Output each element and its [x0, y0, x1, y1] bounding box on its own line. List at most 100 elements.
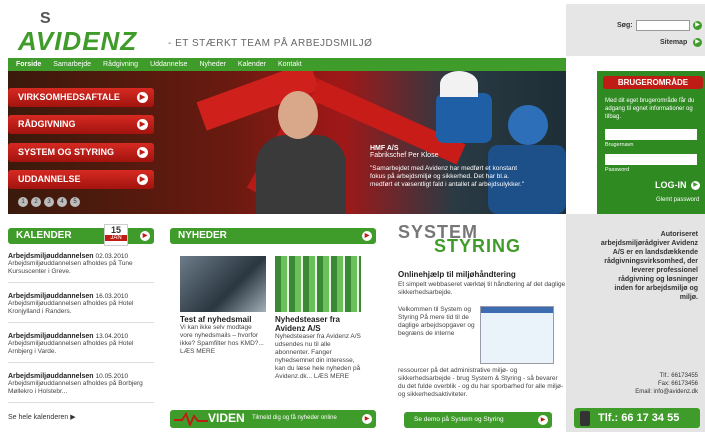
news-text: Vi kan ikke selv modtage vore nyhedsmail…	[180, 324, 264, 355]
phone-badge: Tlf.: 66 17 34 55	[574, 408, 700, 428]
news-title: NYHEDER	[178, 230, 227, 241]
arrow-right-icon: ▶	[137, 92, 148, 103]
search-go-button[interactable]: ▶	[693, 21, 702, 30]
contact-tlf: Tlf.: 66173455	[659, 373, 698, 379]
nav-item-raadgivning[interactable]: Rådgivning	[103, 61, 138, 68]
nav-item-samarbejde[interactable]: Samarbejde	[53, 61, 91, 68]
system-screenshot[interactable]	[480, 306, 554, 364]
arrow-right-icon: ▶	[137, 147, 148, 158]
news-image[interactable]	[275, 256, 361, 312]
phone-icon	[580, 411, 590, 426]
hero-quote: "Samarbejdet med Avidenz har medført et …	[370, 165, 525, 188]
page: S AVIDENZ - ET STÆRKT TEAM PÅ ARBEJDSMIL…	[0, 0, 705, 432]
hero-caption: HMF A/S Fabrikschef Per Klose "Samarbejd…	[370, 145, 530, 189]
news-item[interactable]: Test af nyhedsmail Vi kan ikke selv modt…	[180, 315, 266, 356]
arrow-right-icon: ▶	[538, 415, 548, 425]
username-field[interactable]	[605, 129, 697, 140]
contact-info: Tlf.: 66173455 Fax: 66173456 Email: info…	[598, 372, 698, 396]
list-item[interactable]: Arbejdsmiljøuddannelsen 13.04.2010 Arbej…	[8, 333, 154, 363]
news-heading: Nyhedsteaser fra Avidenz A/S	[275, 315, 340, 333]
event-desc: Arbejdsmiljøuddannelsen afholdes på Hote…	[8, 300, 134, 315]
menu-virksomhedsaftale[interactable]: VIRKSOMHEDSAFTALE ▶	[8, 88, 154, 107]
arrow-right-icon: ▶	[362, 414, 372, 424]
sitemap-arrow-icon[interactable]: ▶	[693, 38, 702, 47]
login-text: Med dit eget brugerområde får du adgang …	[605, 98, 695, 120]
sitemap-link[interactable]: Sitemap	[660, 39, 687, 46]
contact-email[interactable]: Email: info@avidenz.dk	[598, 388, 698, 396]
arrow-right-icon: ▶	[137, 119, 148, 130]
system-styring-logo[interactable]: SYSTEM STYRING	[398, 222, 558, 258]
news-text: Nyhedsteaser fra Avidenz A/S udsendes nu…	[275, 333, 361, 380]
event-title: Arbejdsmiljøuddannelsen	[8, 373, 94, 380]
news-header[interactable]: NYHEDER ▶	[170, 228, 376, 244]
news-footer-brand: VIDEN	[208, 411, 245, 425]
logo-text: AVIDENZ	[18, 26, 138, 56]
search-label: Søg:	[617, 22, 633, 29]
menu-label: VIRKSOMHEDSAFTALE	[18, 92, 120, 102]
hero-role: Fabrikschef Per Klose	[370, 152, 439, 159]
search-input[interactable]	[636, 20, 690, 31]
login-button[interactable]: LOG-IN	[655, 180, 687, 190]
list-item[interactable]: Arbejdsmiljøuddannelsen 10.05.2010 Arbej…	[8, 373, 154, 403]
nav-item-uddannelse[interactable]: Uddannelse	[150, 61, 187, 68]
slide-dot[interactable]: 1	[18, 197, 28, 207]
newsletter-signup-button[interactable]: VIDEN Tilmeld dig og få nyheder online ▶	[170, 410, 376, 428]
username-label: Brugernavn	[605, 142, 634, 148]
calendar-more-link[interactable]: Se hele kalenderen ▶	[8, 413, 76, 421]
arrow-right-icon: ▶	[70, 414, 76, 421]
nav-item-kalender[interactable]: Kalender	[238, 61, 266, 68]
hero-person-photo	[256, 91, 346, 214]
main-nav: Forside Samarbejde Rådgivning Uddannelse…	[8, 58, 566, 71]
calendar-day: 15	[110, 225, 121, 235]
menu-system-og-styring[interactable]: SYSTEM OG STYRING ▶	[8, 143, 154, 162]
event-date: 16.03.2010	[95, 293, 129, 300]
system-subtitle: Et simpelt webbaseret værktøj til håndte…	[398, 281, 566, 296]
calendar-header[interactable]: KALENDER ▶	[8, 228, 154, 244]
event-list: Arbejdsmiljøuddannelsen 02.03.2010 Arbej…	[8, 253, 154, 413]
system-body: Velkommen til System og Styring På mere …	[398, 306, 475, 337]
menu-uddannelse[interactable]: UDDANNELSE ▶	[8, 170, 154, 189]
event-date: 02.03.2010	[95, 253, 129, 260]
phone-number: Tlf.: 66 17 34 55	[598, 412, 680, 424]
system-demo-button[interactable]: Se demo på System og Styring ▶	[404, 412, 552, 428]
event-date: 13.04.2010	[95, 333, 129, 340]
slide-dot[interactable]: 3	[44, 197, 54, 207]
forgot-password-link[interactable]: Glemt password	[656, 197, 699, 203]
calendar-title: KALENDER	[16, 230, 72, 241]
menu-label: RÅDGIVNING	[18, 119, 76, 129]
event-title: Arbejdsmiljøuddannelsen	[8, 253, 94, 260]
list-item[interactable]: Arbejdsmiljøuddannelsen 16.03.2010 Arbej…	[8, 293, 154, 323]
logo-text: STYRING	[434, 236, 522, 256]
news-heading: Test af nyhedsmail	[180, 315, 252, 324]
hero-company: HMF A/S	[370, 145, 399, 152]
slide-dot[interactable]: 4	[57, 197, 67, 207]
password-label: Password	[605, 167, 630, 173]
avidenz-logo[interactable]: S AVIDENZ	[18, 10, 148, 56]
news-image[interactable]	[180, 256, 266, 312]
slide-dot[interactable]: 2	[31, 197, 41, 207]
arrow-right-icon: ▶	[140, 231, 150, 241]
calendar-more-label: Se hele kalenderen	[8, 414, 69, 421]
tagline: - ET STÆRKT TEAM PÅ ARBEJDSMILJØ	[168, 38, 373, 49]
nav-item-nyheder[interactable]: Nyheder	[199, 61, 225, 68]
event-date: 10.05.2010	[95, 373, 129, 380]
calendar-month: JAN	[105, 235, 127, 241]
nav-item-forside[interactable]: Forside	[16, 61, 41, 68]
pulse-icon	[174, 412, 208, 426]
password-field[interactable]	[605, 154, 697, 165]
menu-label: SYSTEM OG STYRING	[18, 147, 115, 157]
event-desc: Arbejdsmiljøuddannelsen afholdes på Tune…	[8, 260, 133, 275]
event-desc: Arbejdsmiljøuddannelsen afholdes på Hote…	[8, 340, 134, 355]
news-footer-text: Tilmeld dig og få nyheder online	[252, 415, 337, 421]
nav-item-kontakt[interactable]: Kontakt	[278, 61, 302, 68]
login-arrow-icon[interactable]: ▶	[691, 181, 700, 190]
login-panel: BRUGEROMRÅDE Med dit eget brugerområde f…	[597, 71, 705, 214]
menu-label: UDDANNELSE	[18, 174, 81, 184]
news-item[interactable]: Nyhedsteaser fra Avidenz A/S Nyhedstease…	[275, 315, 361, 381]
slide-dot[interactable]: 5	[70, 197, 80, 207]
menu-raadgivning[interactable]: RÅDGIVNING ▶	[8, 115, 154, 134]
login-title: BRUGEROMRÅDE	[603, 76, 703, 89]
about-text: Autoriseret arbejdsmiljørådgiver Avidenz…	[600, 231, 698, 301]
list-item[interactable]: Arbejdsmiljøuddannelsen 02.03.2010 Arbej…	[8, 253, 154, 283]
slide-pager: 1 2 3 4 5	[18, 197, 80, 207]
